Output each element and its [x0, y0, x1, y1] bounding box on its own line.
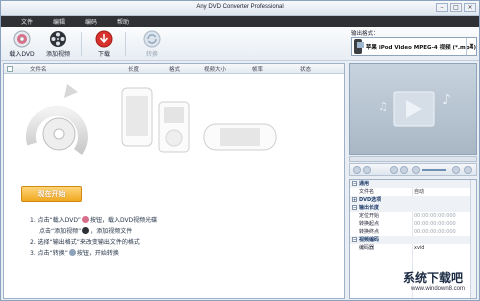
film-reel-icon — [49, 30, 67, 48]
step-3-suffix: 按钮，开始转换 — [76, 250, 119, 257]
column-video-size[interactable]: 视频大小 — [204, 65, 226, 73]
empty-state-illustration: 现在开始 1. 点击“载入DVD” 按钮，载入DVD视频光碟 点击“添加视频” ，添… — [4, 74, 344, 298]
next-frame-icon[interactable] — [400, 166, 408, 174]
output-format: 输出格式： 苹果 iPod Video MPEG-4 视频 (*.mp4) ▼ — [351, 29, 479, 59]
toolbar: 载入DVD 添加视频 下载 转换 输出格式： 苹果 iPod Video MPE… — [1, 27, 479, 61]
prop-row-convert-end[interactable]: 转换终点 00:00:00:00:000 — [350, 228, 470, 236]
watermark-url: www.windown8.com — [411, 286, 466, 292]
download-button[interactable]: 下载 — [87, 30, 121, 58]
step-2-text: 2. 选择“输出格式”来改变输出文件的格式 — [30, 239, 140, 246]
devices-illustration — [25, 84, 277, 155]
minimize-button[interactable]: – — [436, 3, 448, 12]
step-1-suffix: 按钮，载入DVD视频光碟 — [89, 217, 158, 224]
play-icon[interactable] — [353, 166, 361, 174]
column-duration[interactable]: 长度 — [128, 65, 139, 73]
select-all-checkbox[interactable] — [7, 66, 13, 72]
dvd-disc-icon — [81, 216, 89, 223]
collapse-icon[interactable]: − — [352, 181, 357, 186]
output-format-label: 输出格式： — [351, 31, 379, 37]
step-1-prefix: 1. 点击“载入DVD” — [30, 217, 81, 224]
menu-edit[interactable]: 编辑 — [43, 17, 75, 26]
output-format-select[interactable]: 苹果 iPod Video MPEG-4 视频 (*.mp4) ▼ — [351, 37, 477, 56]
prop-group-dvd-options[interactable]: + DVD选项 — [350, 196, 470, 204]
maximize-button[interactable]: □ — [450, 3, 462, 12]
download-label: 下载 — [97, 51, 110, 58]
column-status[interactable]: 状态 — [300, 65, 311, 73]
download-icon — [95, 30, 113, 48]
seek-bar[interactable] — [349, 156, 477, 162]
column-format[interactable]: 格式 — [169, 65, 180, 73]
title-bar: Any DVD Converter Professional – □ × — [1, 1, 479, 16]
menu-file[interactable]: 文件 — [11, 17, 43, 26]
dvd-disc-icon — [13, 30, 31, 48]
prop-row-convert-start[interactable]: 转换起点 00:00:00:00:000 — [350, 220, 470, 228]
collapse-icon[interactable]: − — [352, 205, 357, 210]
convert-label: 转换 — [145, 51, 158, 58]
column-filename[interactable]: 文件名 — [30, 65, 47, 73]
menu-encode[interactable]: 编码 — [75, 17, 107, 26]
stop-icon[interactable] — [363, 166, 371, 174]
folder-icon[interactable] — [464, 166, 472, 174]
step-1: 1. 点击“载入DVD” 按钮，载入DVD视频光碟 — [30, 215, 157, 226]
load-dvd-button[interactable]: 载入DVD — [5, 30, 39, 58]
expand-icon[interactable]: + — [352, 197, 357, 202]
step-3: 3. 点击“转换” 按钮，开始转换 — [30, 248, 157, 259]
collapse-icon[interactable]: − — [352, 237, 357, 242]
column-framerate[interactable]: 帧率 — [252, 65, 263, 73]
prev-frame-icon[interactable] — [390, 166, 398, 174]
prop-group-general[interactable]: − 通用 — [350, 180, 470, 188]
preview-placeholder-icon: ♪ ♫ — [378, 91, 451, 127]
add-video-button[interactable]: 添加视频 — [41, 30, 75, 58]
video-preview: ♪ ♫ — [349, 63, 477, 155]
convert-button[interactable]: 转换 — [135, 30, 169, 58]
convert-icon — [68, 249, 76, 256]
window-controls: – □ × — [436, 3, 476, 12]
output-format-value: 苹果 iPod Video MPEG-4 视频 (*.mp4) — [365, 44, 476, 51]
toolbar-divider — [81, 32, 82, 56]
prop-row-encoder[interactable]: 编码器 xvid — [350, 244, 470, 252]
volume-slider[interactable] — [422, 169, 446, 171]
file-list-panel: 文件名 长度 格式 视频大小 帧率 状态 现在开始 1. 点击“载入DVD” 按… — [3, 63, 345, 299]
svg-text:♫: ♫ — [378, 100, 388, 113]
file-table-header: 文件名 长度 格式 视频大小 帧率 状态 — [4, 64, 344, 74]
chevron-down-icon[interactable]: ▼ — [466, 38, 476, 55]
film-reel-icon — [82, 227, 90, 234]
prop-row-filename[interactable]: 文件名 自动 — [350, 188, 470, 196]
ipod-device-icon — [354, 39, 364, 54]
prop-group-output-length[interactable]: − 输出长度 — [350, 204, 470, 212]
start-now-button[interactable]: 现在开始 — [21, 186, 82, 202]
step-2: 2. 选择“输出格式”来改变输出文件的格式 — [30, 237, 157, 248]
instructions: 1. 点击“载入DVD” 按钮，载入DVD视频光碟 点击“添加视频” ，添加视频文件… — [30, 215, 157, 259]
step-1b-prefix: 点击“添加视频” — [39, 228, 82, 235]
prop-group-video-codec[interactable]: − 视频编码 — [350, 236, 470, 244]
load-dvd-label: 载入DVD — [9, 51, 35, 58]
svg-text:♪: ♪ — [442, 92, 451, 108]
snapshot-icon[interactable] — [452, 166, 460, 174]
add-video-label: 添加视频 — [45, 51, 70, 58]
step-1b-suffix: ，添加视频文件 — [90, 228, 133, 235]
menu-bar: 文件 编辑 编码 帮助 — [1, 16, 479, 27]
prop-row-seek-start[interactable]: 定位开始 00:00:00:00:000 — [350, 212, 470, 220]
toolbar-divider — [125, 32, 126, 56]
step-1b: 点击“添加视频” ，添加视频文件 — [30, 226, 157, 237]
step-3-prefix: 3. 点击“转换” — [30, 250, 68, 257]
app-window: Any DVD Converter Professional – □ × 文件 … — [0, 0, 480, 301]
playback-controls — [349, 163, 477, 176]
volume-icon[interactable] — [412, 166, 420, 174]
menu-help[interactable]: 帮助 — [107, 17, 139, 26]
close-button[interactable]: × — [464, 3, 476, 12]
watermark-title: 系统下载吧 — [403, 271, 464, 285]
convert-icon — [143, 30, 161, 48]
window-title: Any DVD Converter Professional — [196, 4, 284, 10]
site-watermark: 系统下载吧 www.windown8.com — [391, 269, 480, 301]
